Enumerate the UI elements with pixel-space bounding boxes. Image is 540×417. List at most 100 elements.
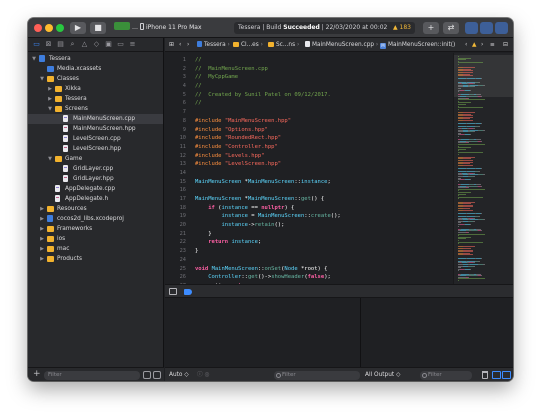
library-button[interactable]: + [423,22,439,34]
navigator-item[interactable]: MainMenuScreen.hpp [28,124,163,134]
scheme-selector[interactable]: … iPhone 11 Pro Max [114,22,228,34]
jump-bar-group-classes[interactable]: Cl...es › [233,38,263,52]
code-line: #include "MainMenuScreen.hpp" [195,117,453,126]
disclosure-closed-icon[interactable]: ▶ [39,224,45,234]
jump-bar-project[interactable]: Tessera › [197,38,230,52]
hide-debug-area-icon[interactable] [169,288,177,295]
variables-info-icon[interactable]: ⓘ ◎ [197,368,210,381]
modified-files-filter-button[interactable] [153,371,161,379]
forward-button[interactable]: › [187,38,189,52]
issue-navigator-tab[interactable]: △ [80,40,89,49]
navigator-item[interactable]: LevelScreen.cpp [28,134,163,144]
disclosure-open-icon[interactable]: ▼ [31,54,37,64]
project-navigator-tab[interactable]: ▭ [32,40,41,49]
debug-navigator-tab[interactable]: ▣ [104,40,113,49]
navigator-item[interactable]: ▼ Screens [28,104,163,114]
code-token: #include [195,161,225,168]
close-window-button[interactable] [34,24,42,32]
code-token: * [241,178,248,185]
editor-options-icon[interactable]: ≡ [490,38,495,52]
stop-button[interactable]: ■ [90,22,106,34]
console-filter-input[interactable]: Filter [420,371,472,380]
disclosure-closed-icon[interactable]: ▶ [47,84,53,94]
disclosure-closed-icon[interactable]: ▶ [39,204,45,214]
disclosure-closed-icon[interactable]: ▶ [39,234,45,244]
disclosure-closed-icon[interactable]: ▶ [39,254,45,264]
navigator-item[interactable]: GridLayer.cpp [28,164,163,174]
jump-bar-symbol[interactable]: M MainMenuScreen::init() [380,38,455,52]
line-number: 19 [179,213,186,220]
navigator-item[interactable]: ▶ Products [28,254,163,264]
trash-icon[interactable] [482,371,488,379]
navigator-item[interactable]: LevelScreen.hpp [28,144,163,154]
navigator-item[interactable]: ▶ mac [28,244,163,254]
code-review-button[interactable]: ⇄ [443,22,459,34]
navigator-item[interactable]: ▶ cocos2d_libs.xcodeproj [28,214,163,224]
show-variables-pane-button[interactable] [492,371,501,379]
variables-filter-input[interactable]: Filter [274,371,360,380]
recent-files-filter-button[interactable] [143,371,151,379]
warning-icon[interactable]: ▲ [472,38,476,52]
symbol-navigator-tab[interactable]: ▤ [56,40,65,49]
toggle-inspector-button[interactable] [495,22,508,34]
navigator-item[interactable]: AppDelegate.h [28,194,163,204]
code-area[interactable]: 1 2 3 4 5 6 7 8 9 10 11 12 13 14 15 16 17 18 19 20 21 22 23 24 2… [165,53,453,284]
split-editor-icon[interactable]: ⊟ [503,38,508,52]
variables-scope-selector[interactable]: Auto ◇ [169,368,189,381]
source-control-tab[interactable]: ⊠ [44,40,53,49]
navigator-item-label: mac [57,246,70,252]
toggle-debug-area-button[interactable] [480,22,493,34]
jump-bar-group-screens[interactable]: Sc...ns › [268,38,299,52]
minimap-line [473,265,475,267]
navigator-item[interactable]: Media.xcassets [28,64,163,74]
disclosure-closed-icon[interactable]: ▶ [47,94,53,104]
toggle-navigator-button[interactable] [465,22,478,34]
back-button[interactable]: ‹ [179,38,181,52]
navigator-filter-input[interactable]: Filter [44,371,140,380]
navigator-item[interactable]: ▼ Classes [28,74,163,84]
project-icon [197,40,202,47]
navigator-item[interactable]: ▼ Game [28,154,163,164]
navigator-item[interactable]: ▶ Xikka [28,84,163,94]
add-file-button[interactable]: + [33,369,41,379]
navigator-item[interactable]: AppDelegate.cpp [28,184,163,194]
code-token: = [248,213,258,220]
disclosure-open-icon[interactable]: ▼ [47,104,53,114]
code-token: instance [221,222,249,229]
disclosure-open-icon[interactable]: ▼ [39,74,45,84]
disclosure-closed-icon[interactable]: ▶ [39,244,45,254]
navigator-item[interactable]: ▶ Frameworks [28,224,163,234]
zoom-window-button[interactable] [56,24,64,32]
disclosure-closed-icon[interactable]: ▶ [39,214,45,224]
minimap-line [458,241,483,243]
test-navigator-tab[interactable]: ◇ [92,40,101,49]
breakpoint-navigator-tab[interactable]: ▭ [116,40,125,49]
navigator-item[interactable]: ▶ Resources [28,204,163,214]
report-navigator-tab[interactable]: ≡ [128,40,137,49]
minimize-window-button[interactable] [45,24,53,32]
next-issue-button[interactable]: › [481,38,483,52]
navigator-item[interactable]: MainMenuScreen.cpp [28,114,163,124]
navigator-item[interactable]: GridLayer.hpp [28,174,163,184]
run-button[interactable]: ▶ [70,22,86,34]
related-items-button[interactable]: ⊞ [169,38,174,52]
console-view[interactable] [362,298,513,367]
minimap-line [458,152,483,153]
code-token: retain [254,222,275,229]
breakpoint-icon[interactable] [184,289,192,295]
navigator-item[interactable]: ▶ ios [28,234,163,244]
disclosure-open-icon[interactable]: ▼ [47,154,53,164]
warnings-indicator[interactable]: ▲ 183 [393,22,411,34]
prev-issue-button[interactable]: ‹ [465,38,467,52]
navigator-item[interactable]: ▶ Tessera [28,94,163,104]
find-navigator-tab[interactable]: ⌕ [68,40,77,49]
navigator-tabs: ▭ ⊠ ▤ ⌕ △ ◇ ▣ ▭ ≡ [28,38,163,52]
jump-bar-file[interactable]: MainMenuScreen.cpp › [305,38,378,52]
console-output-selector[interactable]: All Output ◇ [365,368,400,381]
code-token: // MyCppGame [195,74,239,81]
show-console-pane-button[interactable] [502,371,511,379]
navigator-item[interactable]: ▼ Tessera [28,54,163,64]
minimap[interactable] [453,53,513,284]
